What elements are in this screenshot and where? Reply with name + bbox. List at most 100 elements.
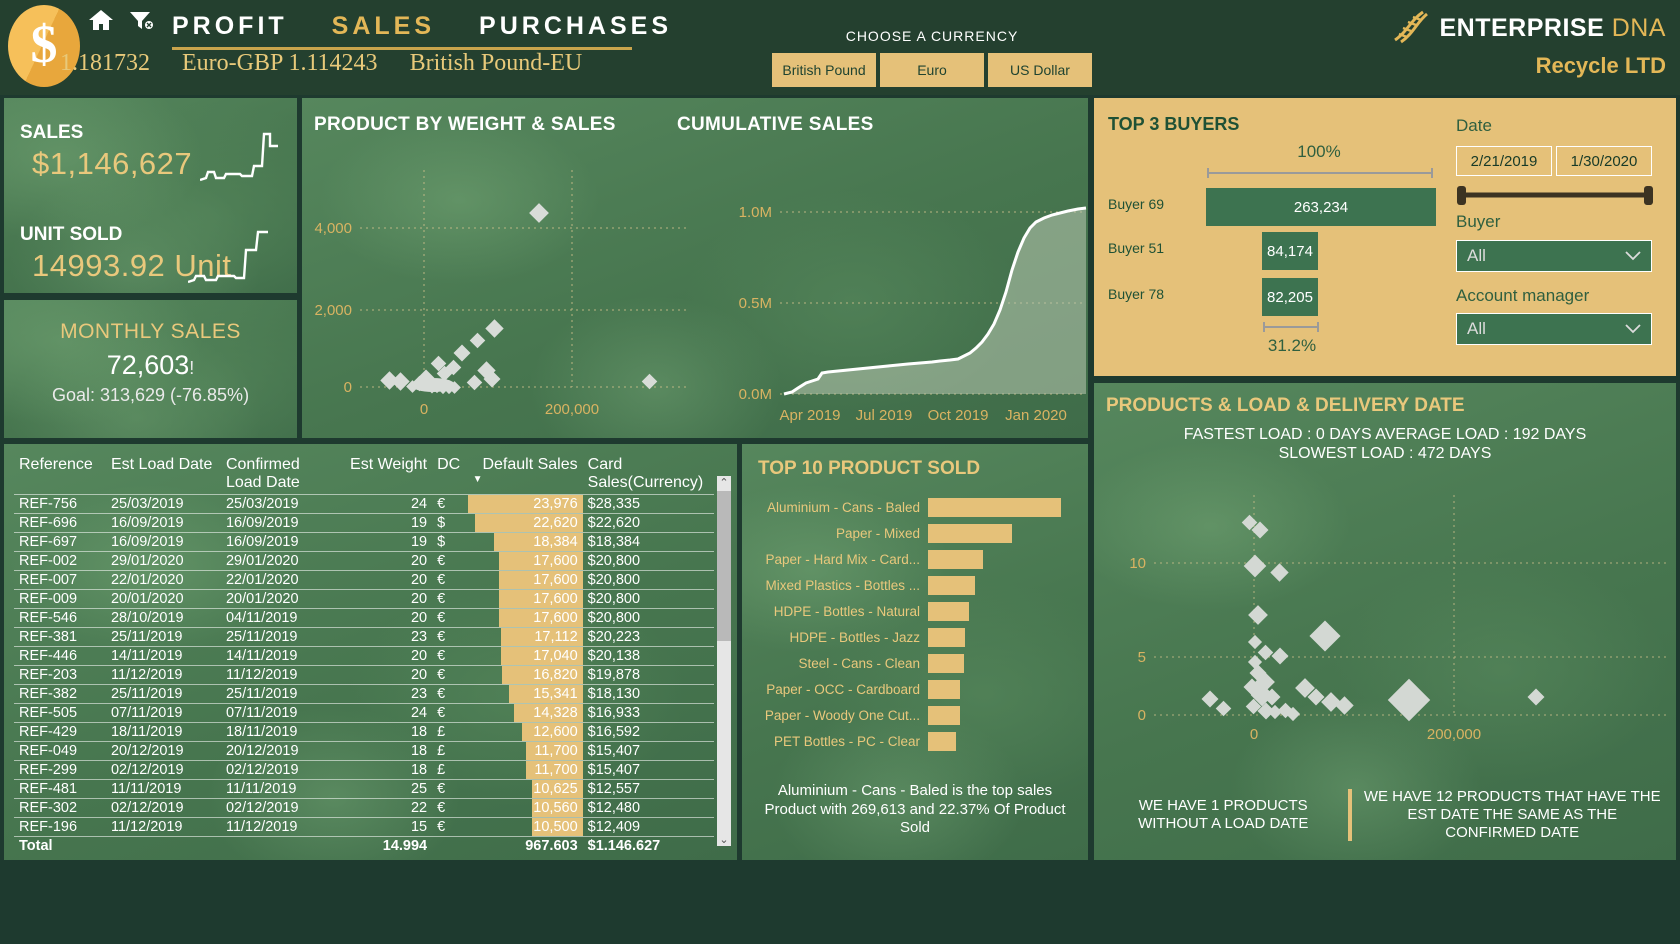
top-10-item[interactable]: Mixed Plastics - Bottles ... [746, 572, 1084, 598]
cell-card-sales: $28,335 [582, 494, 714, 514]
table-row[interactable]: REF-505 07/11/2019 07/11/2019 24 €14,328 $16,… [14, 703, 714, 723]
top-10-item[interactable]: Paper - Woody One Cut... [746, 702, 1084, 728]
col-card-sales[interactable]: Card Sales(Currency) [583, 454, 714, 495]
funnel-bar-buyer-51[interactable]: 84,174 [1262, 232, 1318, 270]
charts-panel: PRODUCT BY WEIGHT & SALES CUMULATIVE SAL… [302, 98, 1088, 438]
cell-confirmed-load-date: 14/11/2019 [220, 646, 336, 666]
cell-confirmed-load-date: 11/11/2019 [220, 779, 336, 799]
nav-icon-group [88, 8, 154, 32]
scroll-down-icon[interactable]: ⌄ [717, 833, 731, 846]
cumulative-sales-area-chart[interactable]: 1.0M 0.5M 0.0M Apr 2019 Jul 2019 Oct 201… [688, 142, 1088, 438]
funnel-bottom-bracket [1263, 322, 1319, 332]
nav-item-profit[interactable]: PROFIT [172, 12, 288, 41]
table-row[interactable]: REF-302 02/12/2019 02/12/2019 22 €10,560 $12,… [14, 798, 714, 818]
table-row[interactable]: REF-002 29/01/2020 29/01/2020 20 €17,600 $20,… [14, 551, 714, 571]
table-row[interactable]: REF-203 11/12/2019 11/12/2019 20 €16,820 $19,… [14, 665, 714, 685]
cell-est-load-date: 28/10/2019 [105, 608, 221, 628]
table-row[interactable]: REF-446 14/11/2019 14/11/2019 20 €17,040 $20,… [14, 646, 714, 666]
table-row[interactable]: REF-009 20/01/2020 20/01/2020 20 €17,600 $20,… [14, 589, 714, 609]
top-10-item[interactable]: HDPE - Bottles - Natural [746, 598, 1084, 624]
top-10-item[interactable]: PET Bottles - PC - Clear [746, 728, 1084, 754]
cell-dc: € [432, 798, 468, 818]
cell-reference: REF-429 [14, 722, 106, 742]
account-manager-slicer-dropdown[interactable]: All [1456, 313, 1652, 345]
table-row[interactable]: REF-546 28/10/2019 04/11/2019 20 €17,600 $20,… [14, 608, 714, 628]
cell-dc: € [432, 627, 468, 647]
home-icon[interactable] [88, 8, 114, 32]
table-row[interactable]: REF-007 22/01/2020 22/01/2020 20 €17,600 $20,… [14, 570, 714, 590]
nav-item-purchases[interactable]: PURCHASES [479, 12, 672, 41]
top-3-buyers-title: TOP 3 BUYERS [1108, 114, 1240, 134]
date-range-slider[interactable] [1454, 184, 1656, 206]
date-to-input[interactable]: 1/30/2020 [1556, 146, 1652, 176]
table-row[interactable]: REF-756 25/03/2019 25/03/2019 24 €23,976 $28,… [14, 494, 714, 514]
top-10-item-label: Paper - Woody One Cut... [764, 707, 920, 723]
col-est-weight[interactable]: Est Weight [336, 454, 432, 495]
svg-text:0.5M: 0.5M [739, 295, 772, 312]
table-row[interactable]: REF-382 25/11/2019 25/11/2019 23 €15,341 $18,… [14, 684, 714, 704]
currency-button-usd[interactable]: US Dollar [988, 53, 1092, 87]
table-row[interactable]: REF-481 11/11/2019 11/11/2019 25 €10,625 $12,… [14, 779, 714, 799]
table-scrollbar[interactable]: ⌃ ⌄ [717, 476, 731, 846]
cell-confirmed-load-date: 07/11/2019 [220, 703, 336, 723]
currency-button-gbp[interactable]: British Pound [772, 53, 876, 87]
cell-confirmed-load-date: 25/03/2019 [220, 494, 336, 514]
table-row[interactable]: REF-429 18/11/2019 18/11/2019 18 £12,600 $16,… [14, 722, 714, 742]
sort-descending-icon: ▼ [472, 474, 483, 485]
monthly-sales-title: MONTHLY SALES [60, 320, 241, 343]
svg-text:Apr 2019: Apr 2019 [780, 407, 841, 424]
cell-est-weight: 20 [335, 551, 433, 571]
cell-confirmed-load-date: 11/12/2019 [220, 665, 336, 685]
table-row[interactable]: REF-697 16/09/2019 16/09/2019 19 $18,384 $18,… [14, 532, 714, 552]
col-reference[interactable]: Reference [14, 454, 106, 495]
load-delivery-title: PRODUCTS & LOAD & DELIVERY DATE [1106, 395, 1465, 416]
col-default-sales[interactable]: Default Sales ▼ [468, 454, 583, 495]
table-row[interactable]: REF-696 16/09/2019 16/09/2019 19 $22,620 $22,… [14, 513, 714, 533]
nav-item-sales[interactable]: SALES [332, 12, 435, 41]
col-est-load-date[interactable]: Est Load Date [106, 454, 221, 495]
cell-card-sales: $22,620 [582, 513, 714, 533]
top-10-item[interactable]: HDPE - Bottles - Jazz [746, 624, 1084, 650]
top-10-item-label: Aluminium - Cans - Baled [766, 499, 920, 515]
funnel-top-percent: 100% [1297, 142, 1341, 161]
top-10-item[interactable]: Steel - Cans - Clean [746, 650, 1084, 676]
cell-card-sales: $16,592 [582, 722, 714, 742]
clear-filter-icon[interactable] [128, 8, 154, 32]
scroll-up-icon[interactable]: ⌃ [717, 476, 731, 489]
cell-est-load-date: 02/12/2019 [105, 760, 221, 780]
date-from-input[interactable]: 2/21/2019 [1456, 146, 1552, 176]
table-row[interactable]: REF-049 20/12/2019 20/12/2019 18 £11,700 $15,… [14, 741, 714, 761]
col-dc[interactable]: DC [432, 454, 468, 495]
currency-button-eur[interactable]: Euro [880, 53, 984, 87]
funnel-bottom-percent: 31.2% [1267, 336, 1317, 355]
cell-default-sales: 12,600 [467, 722, 583, 742]
cell-card-sales: $12,480 [582, 798, 714, 818]
product-weight-sales-scatter[interactable]: 4,000 2,000 0 0 200,000 [302, 142, 688, 438]
cell-dc: € [432, 684, 468, 704]
svg-text:4,000: 4,000 [314, 220, 352, 237]
cell-default-sales: 10,500 [467, 817, 583, 837]
cell-confirmed-load-date: 20/01/2020 [220, 589, 336, 609]
buyer-slicer-dropdown[interactable]: All [1456, 240, 1652, 272]
top-10-item[interactable]: Paper - Mixed [746, 520, 1084, 546]
funnel-bar-buyer-69[interactable]: 263,234 [1206, 188, 1436, 226]
funnel-bar-buyer-78[interactable]: 82,205 [1262, 278, 1318, 316]
rate-1: 1.181732 [60, 50, 150, 76]
col-confirmed-load-date[interactable]: Confirmed Load Date [221, 454, 336, 495]
cell-dc: £ [432, 722, 468, 742]
table-row[interactable]: REF-381 25/11/2019 25/11/2019 23 €17,112 $20,… [14, 627, 714, 647]
top-10-item[interactable]: Paper - Hard Mix - Card... [746, 546, 1084, 572]
table-scroll-thumb[interactable] [717, 491, 731, 641]
top-10-item[interactable]: Aluminium - Cans - Baled [746, 494, 1084, 520]
table-row[interactable]: REF-196 11/12/2019 11/12/2019 15 €10,500 $12,… [14, 817, 714, 837]
top-10-item-bar [928, 523, 1012, 543]
transactions-table[interactable]: Reference Est Load Date Confirmed Load D… [14, 454, 714, 850]
top-10-item[interactable]: Paper - OCC - Cardboard [746, 676, 1084, 702]
cell-confirmed-load-date: 29/01/2020 [220, 551, 336, 571]
cell-reference: REF-007 [14, 570, 106, 590]
exchange-rate-ticker: 1.181732 Euro-GBP 1.114243 British Pound… [60, 50, 640, 82]
cell-default-sales: 16,820 [467, 665, 583, 685]
funnel-top-bracket [1207, 168, 1433, 178]
table-row[interactable]: REF-299 02/12/2019 02/12/2019 18 £11,700 $15,… [14, 760, 714, 780]
load-delivery-scatter[interactable]: 10 5 0 0 200,000 [1102, 475, 1668, 745]
